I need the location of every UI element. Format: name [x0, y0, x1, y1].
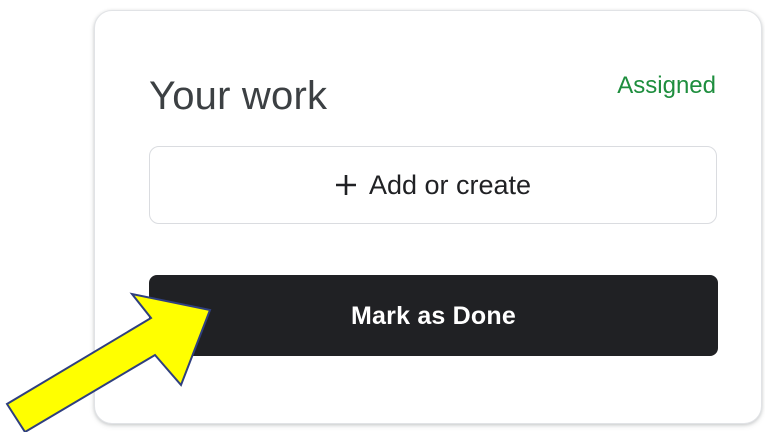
mark-as-done-button[interactable]: Mark as Done [149, 275, 718, 356]
mark-as-done-label: Mark as Done [351, 301, 516, 330]
status-badge: Assigned [617, 72, 716, 99]
plus-icon [335, 175, 356, 195]
screenshot-stage: Your work Assigned Add or create Mark as… [0, 0, 765, 432]
card-title: Your work [149, 74, 328, 118]
add-or-create-label: Add or create [368, 170, 532, 200]
add-or-create-button[interactable]: Add or create [149, 146, 717, 224]
